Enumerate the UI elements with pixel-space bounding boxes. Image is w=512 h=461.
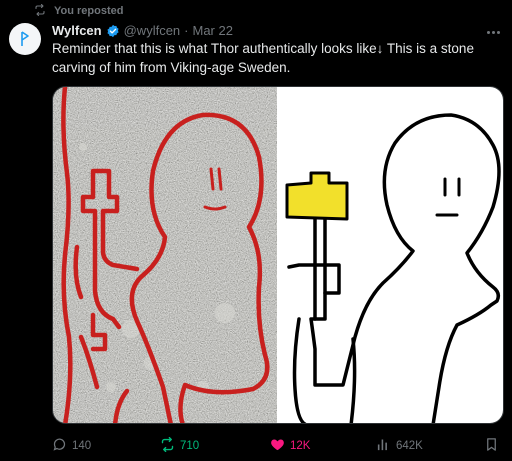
tweet-actions: 140 710 12K 642K	[52, 436, 504, 456]
separator: ·	[184, 23, 189, 38]
retweet-button[interactable]: 710	[160, 436, 199, 456]
bookmark-icon	[484, 437, 499, 455]
repost-indicator[interactable]: You reposted	[34, 3, 124, 19]
author-handle[interactable]: @wylfcen	[124, 23, 181, 38]
repost-label: You reposted	[54, 5, 124, 17]
retweet-icon	[160, 436, 175, 455]
tweet-header: Wylfcen @wylfcen · Mar 22	[52, 22, 233, 39]
tweet-media[interactable]	[52, 86, 504, 424]
reply-count: 140	[72, 440, 92, 452]
bookmark-button[interactable]	[484, 436, 499, 456]
reply-icon	[52, 437, 67, 455]
tweet-date[interactable]: Mar 22	[193, 23, 233, 38]
tweet-text: Reminder that this is what Thor authenti…	[52, 41, 474, 75]
reply-button[interactable]: 140	[52, 436, 91, 456]
repost-icon	[34, 3, 46, 19]
retweet-count: 710	[180, 440, 200, 452]
like-count: 12K	[290, 440, 311, 452]
view-count: 642K	[396, 440, 423, 452]
views-button[interactable]: 642K	[376, 436, 423, 456]
views-icon	[376, 437, 391, 455]
avatar[interactable]	[9, 23, 41, 55]
rune-icon	[21, 31, 29, 46]
heart-icon	[270, 437, 285, 455]
verified-badge-icon[interactable]	[106, 24, 120, 38]
author-name[interactable]: Wylfcen	[52, 23, 102, 38]
drawing-of-thor-with-hammer	[277, 87, 503, 423]
more-icon[interactable]	[484, 25, 502, 39]
like-button[interactable]: 12K	[270, 436, 310, 456]
stone-carving-photo	[53, 87, 277, 423]
